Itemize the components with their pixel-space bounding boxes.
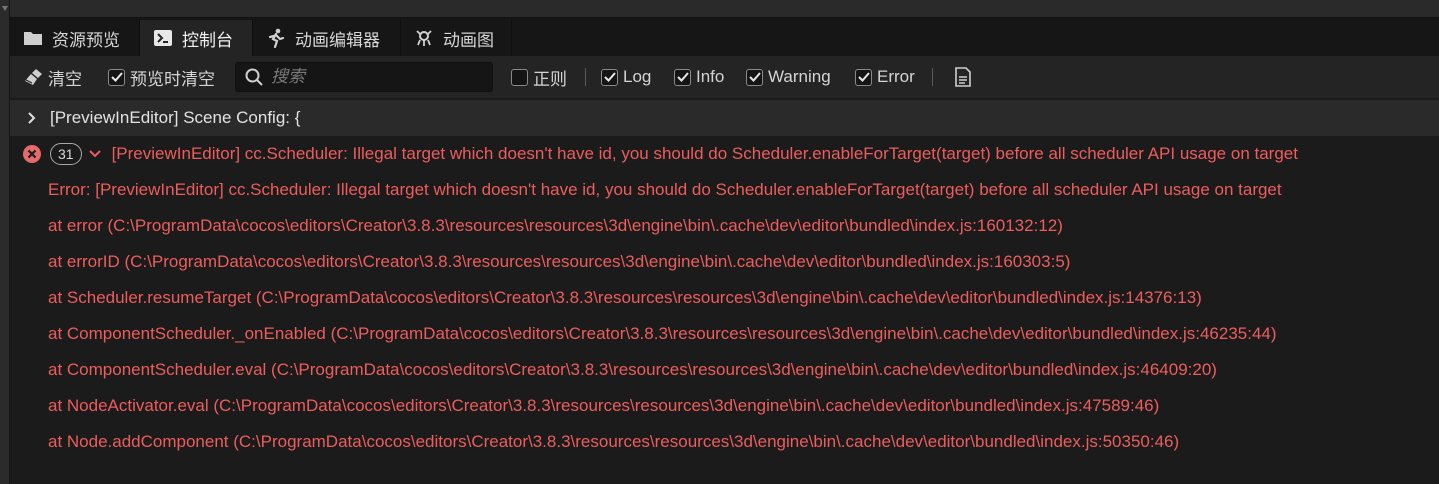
error-message: [PreviewInEditor] cc.Scheduler: Illegal … [111, 144, 1298, 163]
tab-animation-editor[interactable]: 动画编辑器 [253, 20, 401, 56]
regex-label: 正则 [533, 69, 567, 89]
left-edge-strip [0, 0, 10, 484]
checkbox-checked-icon[interactable] [601, 68, 618, 86]
tab-bar: 资源预览 控制台 动画编辑器 动画图 [10, 18, 1439, 56]
stack-line: at Node.addComponent (C:\ProgramData\coc… [48, 432, 1180, 451]
toolbar-divider [585, 68, 586, 86]
stack-line: at error (C:\ProgramData\cocos\editors\C… [48, 216, 1063, 235]
stack-line: at errorID (C:\ProgramData\cocos\editors… [48, 252, 1071, 271]
log-message: [PreviewInEditor] Scene Config: { [50, 108, 301, 127]
checkbox-unchecked-icon[interactable] [511, 68, 528, 86]
collapse-arrow-icon[interactable] [2, 6, 8, 11]
animation-graph-icon [413, 28, 435, 48]
warning-label: Warning [768, 67, 831, 86]
chevron-right-icon[interactable] [27, 111, 41, 125]
stack-line: at ComponentScheduler.eval (C:\ProgramDa… [48, 360, 1217, 379]
folder-icon [22, 28, 44, 48]
tab-asset-preview[interactable]: 资源预览 [10, 20, 140, 56]
tab-label: 资源预览 [52, 30, 120, 50]
error-count-badge: 31 [50, 143, 82, 165]
top-bar [10, 0, 1439, 18]
checkbox-checked-icon[interactable] [674, 68, 691, 86]
clear-on-preview-checkbox[interactable]: 预览时清空 [108, 56, 215, 98]
stack-line: at NodeActivator.eval (C:\ProgramData\co… [48, 396, 1160, 415]
log-entry-collapsed[interactable]: [PreviewInEditor] Scene Config: { [10, 100, 1439, 136]
regex-checkbox[interactable]: 正则 [511, 56, 567, 98]
log-label: Log [623, 67, 652, 86]
warning-filter-checkbox[interactable]: Warning [746, 56, 831, 98]
stack-line: Error: [PreviewInEditor] cc.Scheduler: I… [48, 180, 1282, 199]
error-label: Error [877, 67, 915, 86]
tab-label: 动画图 [443, 30, 494, 50]
info-label: Info [696, 67, 725, 86]
tab-animation-graph[interactable]: 动画图 [401, 20, 512, 56]
open-log-file-button[interactable] [954, 56, 972, 98]
tab-label: 动画编辑器 [295, 30, 380, 50]
clear-label: 清空 [48, 69, 82, 89]
error-entry-header[interactable]: 31 [PreviewInEditor] cc.Scheduler: Illeg… [10, 136, 1439, 172]
search-input[interactable] [269, 66, 473, 88]
console-panel: 资源预览 控制台 动画编辑器 动画图 清空 预览时清空 搜索 正则 Log In… [0, 0, 1439, 484]
tab-console[interactable]: 控制台 [140, 20, 253, 56]
checkbox-checked-icon[interactable] [108, 68, 125, 86]
checkbox-checked-icon[interactable] [746, 68, 763, 86]
stack-line: at ComponentScheduler._onEnabled (C:\Pro… [48, 324, 1277, 343]
info-filter-checkbox[interactable]: Info [674, 56, 724, 98]
document-icon [954, 67, 972, 87]
error-filter-checkbox[interactable]: Error [855, 56, 915, 98]
checkbox-checked-icon[interactable] [855, 68, 872, 86]
terminal-icon [152, 28, 174, 48]
console-log-list[interactable]: [PreviewInEditor] Scene Config: { 31 [Pr… [10, 98, 1439, 484]
tab-label: 控制台 [182, 30, 233, 50]
chevron-down-icon[interactable] [88, 149, 102, 159]
clear-on-preview-label: 预览时清空 [130, 69, 215, 89]
broom-icon [24, 68, 46, 86]
clear-button[interactable]: 清空 [24, 56, 82, 98]
search-icon [245, 68, 263, 86]
running-figure-icon [265, 28, 287, 48]
log-filter-checkbox[interactable]: Log [601, 56, 651, 98]
search-box[interactable] [235, 62, 493, 92]
toolbar-divider [932, 68, 933, 86]
error-icon [10, 144, 50, 164]
console-toolbar: 清空 预览时清空 正则 Log [10, 56, 1439, 98]
stack-line: at Scheduler.resumeTarget (C:\ProgramDat… [48, 288, 1202, 307]
